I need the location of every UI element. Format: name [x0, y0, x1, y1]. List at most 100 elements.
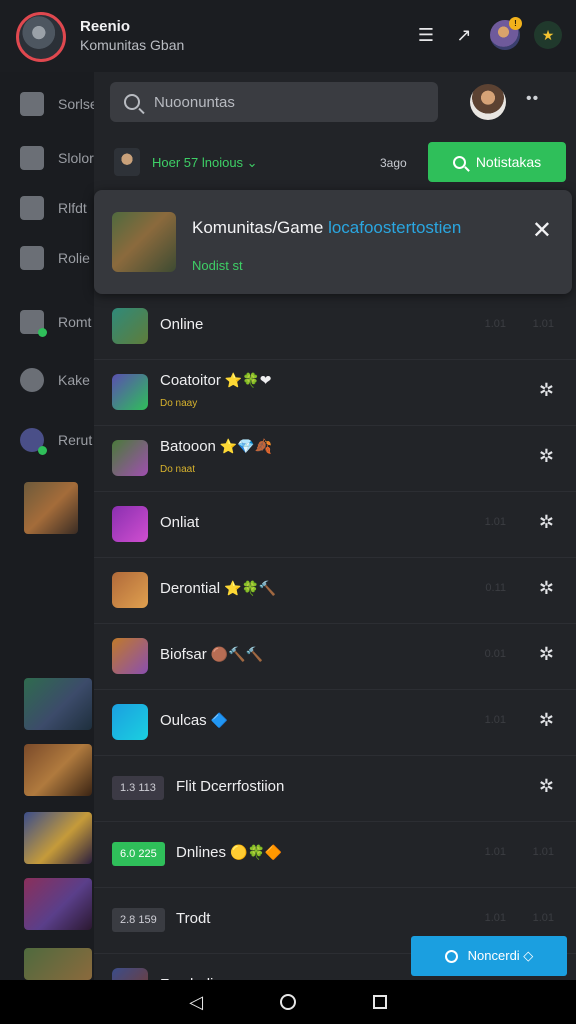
list-item[interactable]: Coatoitor ⭐🍀❤ Do naay ✲ — [94, 360, 576, 426]
member-avatar[interactable] — [470, 84, 506, 120]
card-status: Nodist st — [192, 258, 243, 273]
community-image — [112, 212, 176, 272]
member-name-text: Trodt — [176, 910, 211, 927]
list-item[interactable]: Oulcas 🔷 1.01 ✲ — [94, 690, 576, 756]
gear-icon[interactable]: ✲ — [539, 446, 554, 467]
search-action-label: Notistakas — [475, 154, 542, 170]
filter-row: Hoer 57 lnoious ⌄ 3ago Notistakas — [110, 142, 566, 186]
member-stat: 1.01 — [484, 912, 506, 924]
floating-action-button[interactable]: Noncerdi ◇ — [411, 936, 567, 976]
left-rail: Sorlse Slolor Rlfdt Rolie Romt Kake Reru… — [0, 72, 98, 980]
member-badges: 🟡🍀🔶 — [230, 844, 283, 860]
list-item[interactable]: Onliat 1.01 ✲ — [94, 492, 576, 558]
list-item[interactable]: Online 1.01 1.01 — [94, 294, 576, 360]
rail-item[interactable]: Romt — [20, 310, 91, 337]
member-avatar — [112, 572, 148, 608]
game-thumbnail[interactable] — [24, 878, 92, 930]
search-input[interactable] — [154, 93, 394, 111]
member-name-text: Flit Dcerrfostiion — [176, 778, 285, 795]
notification-dot: ! — [509, 17, 522, 30]
member-name: Online — [160, 316, 207, 333]
list-item[interactable]: 6.0 225 Dnlines 🟡🍀🔶 1.01 1.01 — [94, 822, 576, 888]
back-icon[interactable]: ◁ — [184, 990, 208, 1014]
group-icon — [20, 428, 47, 455]
home-icon[interactable] — [276, 990, 300, 1014]
member-name-text: Online — [160, 316, 204, 333]
member-avatar — [112, 506, 148, 542]
list-item[interactable]: Biofsar 🟤🔨🔨 0.01 ✲ — [94, 624, 576, 690]
community-panel: •• Hoer 57 lnoious ⌄ 3ago Notistakas Kom… — [94, 72, 576, 1020]
rail-item[interactable]: Rerut — [20, 428, 93, 455]
circle-icon — [444, 949, 458, 963]
check-icon — [20, 92, 44, 116]
rail-item-label: Slolor — [58, 150, 94, 166]
search-bar[interactable] — [110, 82, 438, 122]
more-icon[interactable]: •• — [526, 90, 539, 108]
gear-icon[interactable]: ✲ — [539, 644, 554, 665]
card-link[interactable]: locafoostertostien — [323, 218, 461, 237]
member-name: Batooon ⭐💎🍂 — [160, 438, 272, 455]
menu-icon[interactable]: ☰ — [414, 23, 438, 47]
gear-icon[interactable]: ✲ — [539, 776, 554, 797]
member-avatar — [112, 440, 148, 476]
member-name-text: Biofsar — [160, 646, 207, 663]
list-item[interactable]: 1.3 113 Flit Dcerrfostiion ✲ — [94, 756, 576, 822]
member-badges: 🟤🔨🔨 — [210, 646, 263, 662]
rail-item[interactable]: Sorlse — [20, 92, 98, 116]
rail-item[interactable]: Rlfdt — [20, 196, 87, 220]
recents-icon[interactable] — [368, 990, 392, 1014]
member-name: Onliat — [160, 514, 203, 531]
member-stat: 0.01 — [484, 648, 506, 660]
card-title: Komunitas/Game locafoostertostien — [192, 218, 461, 238]
member-name: Trodt — [176, 910, 214, 927]
top-bar: Reenio Komunitas Gban ☰ ↗ ! ★ — [0, 0, 576, 72]
score-pill: 6.0 225 — [112, 842, 165, 866]
chat-icon — [20, 310, 47, 337]
rail-item[interactable]: Rolie — [20, 246, 90, 270]
search-action-button[interactable]: Notistakas — [428, 142, 566, 182]
community-card[interactable]: Komunitas/Game locafoostertostien Nodist… — [94, 190, 572, 294]
gear-icon[interactable]: ✲ — [539, 710, 554, 731]
member-avatar — [112, 308, 148, 344]
list-item[interactable]: Derontial ⭐🍀🔨 0.11 ✲ — [94, 558, 576, 624]
game-thumbnail[interactable] — [24, 812, 92, 864]
member-name: Oulcas 🔷 — [160, 712, 228, 729]
member-stat: 1.01 — [484, 318, 506, 330]
rail-item[interactable]: Slolor — [20, 146, 94, 170]
member-name: Flit Dcerrfostiion — [176, 778, 288, 795]
member-name-text: Batooon — [160, 438, 216, 455]
rail-item-label: Rerut — [58, 432, 93, 448]
filter-dropdown[interactable]: Hoer 57 lnoious ⌄ — [152, 155, 258, 171]
share-icon[interactable]: ↗ — [452, 23, 476, 47]
member-name-text: Dnlines — [176, 844, 227, 861]
member-name-text: Oulcas — [160, 712, 207, 729]
close-icon[interactable]: ✕ — [532, 216, 552, 245]
member-stat: 1.01 — [484, 846, 506, 858]
game-thumbnail[interactable] — [24, 948, 92, 980]
member-name-text: Coatoitor — [160, 372, 221, 389]
user-avatar[interactable] — [16, 12, 66, 62]
gear-icon[interactable]: ✲ — [539, 578, 554, 599]
gear-icon[interactable]: ✲ — [539, 380, 554, 401]
list-item[interactable]: Batooon ⭐💎🍂 Do naat ✲ — [94, 426, 576, 492]
member-name-text: Derontial — [160, 580, 221, 597]
game-thumbnail[interactable] — [24, 678, 92, 730]
member-badges: ⭐💎🍂 — [219, 438, 273, 454]
rail-item-label: Rlfdt — [58, 200, 87, 216]
member-name: Derontial ⭐🍀🔨 — [160, 580, 276, 597]
search-icon — [452, 155, 466, 169]
rail-item[interactable]: Kake — [20, 368, 90, 392]
member-stat: 0.11 — [485, 582, 506, 594]
game-thumbnail[interactable] — [24, 744, 92, 796]
search-icon — [124, 94, 140, 110]
rank-badge-icon[interactable]: ★ — [534, 21, 562, 49]
profile-avatar[interactable]: ! — [490, 17, 522, 50]
app-title: Reenio — [80, 18, 131, 35]
filter-avatar — [114, 148, 140, 176]
gear-icon[interactable]: ✲ — [539, 512, 554, 533]
fab-label: Noncerdi ◇ — [467, 948, 534, 963]
member-stat: 1.01 — [484, 516, 506, 528]
game-thumbnail[interactable] — [24, 482, 78, 534]
member-name: Biofsar 🟤🔨🔨 — [160, 646, 263, 663]
member-name: Dnlines 🟡🍀🔶 — [176, 844, 282, 861]
